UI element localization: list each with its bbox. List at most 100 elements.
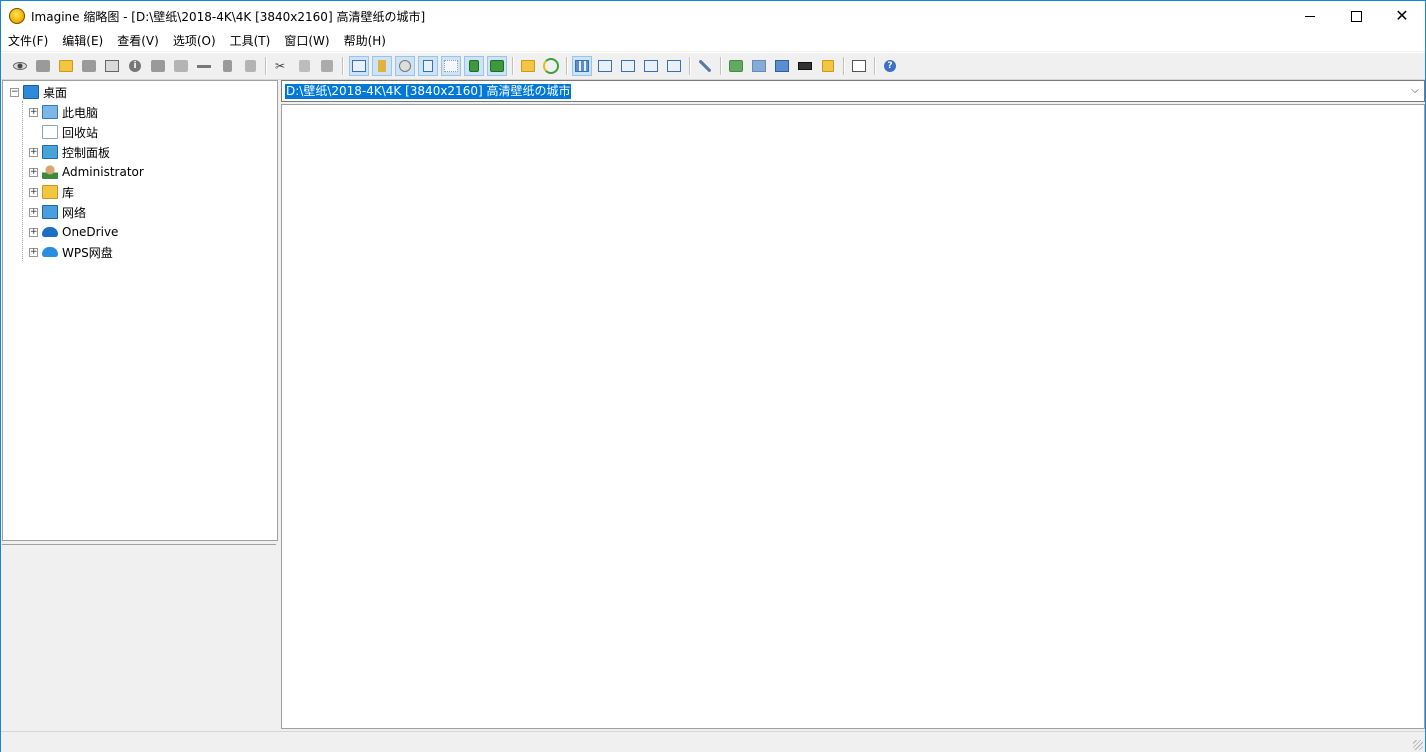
scan-icon xyxy=(151,60,165,72)
open-folder-button[interactable] xyxy=(56,56,76,76)
window-title: Imagine 缩略图 - [D:\壁纸\2018-4K\4K [3840x21… xyxy=(31,10,426,24)
close-button[interactable]: ✕ xyxy=(1379,1,1425,31)
copy-button[interactable] xyxy=(294,56,314,76)
paste-button[interactable] xyxy=(317,56,337,76)
cut-button[interactable]: ✂ xyxy=(271,56,291,76)
view-button[interactable] xyxy=(10,56,30,76)
image-toggle[interactable] xyxy=(487,56,507,76)
tree-item-label: 网络 xyxy=(62,205,87,220)
preview-toggle[interactable] xyxy=(395,56,415,76)
settings-button[interactable] xyxy=(695,56,715,76)
tree-item-label: 库 xyxy=(62,185,75,200)
explorer-toggle[interactable] xyxy=(418,56,438,76)
toolbar-separator xyxy=(843,57,845,75)
expand-icon[interactable]: + xyxy=(29,207,38,217)
tree-item-this-pc[interactable]: + 此电脑 xyxy=(29,103,98,121)
info-button[interactable]: i xyxy=(125,56,145,76)
maximize-button[interactable] xyxy=(1333,1,1379,31)
expand-icon[interactable]: + xyxy=(29,187,38,197)
scan-button[interactable] xyxy=(148,56,168,76)
folder-tree-toggle[interactable] xyxy=(372,56,392,76)
batch-rename-button[interactable] xyxy=(749,56,769,76)
expand-icon[interactable]: + xyxy=(29,167,38,177)
thumbnail-toggle[interactable] xyxy=(441,56,461,76)
notes-button[interactable] xyxy=(849,56,869,76)
menu-view[interactable]: 查看(V) xyxy=(110,31,166,51)
collapse-icon[interactable]: − xyxy=(10,87,19,97)
slideshow-button[interactable] xyxy=(33,56,53,76)
thumbnails-view-button[interactable] xyxy=(572,56,592,76)
tree-item-desktop[interactable]: − 桌面 xyxy=(10,83,67,101)
network-icon xyxy=(42,205,58,219)
expand-icon[interactable]: + xyxy=(29,247,38,257)
preview-icon xyxy=(399,60,411,72)
save-button[interactable] xyxy=(79,56,99,76)
batch-convert-icon xyxy=(729,60,743,72)
thumbnail-view[interactable] xyxy=(281,104,1425,729)
folder-tree[interactable]: − 桌面 + 此电脑 回收站 + 控制面板 + Administrator + … xyxy=(2,80,278,541)
library-icon xyxy=(42,185,58,199)
capture-icon xyxy=(775,60,789,72)
large-icons-icon xyxy=(598,60,612,72)
tree-item-label: 桌面 xyxy=(43,85,68,100)
tree-item-control-panel[interactable]: + 控制面板 xyxy=(29,143,110,161)
menu-options[interactable]: 选项(O) xyxy=(166,31,223,51)
path-combobox[interactable]: D:\壁纸\2018-4K\4K [3840x2160] 高清壁纸の城市 ⌵ xyxy=(281,80,1425,102)
tree-item-library[interactable]: + 库 xyxy=(29,183,74,201)
resize-grip-icon[interactable] xyxy=(1413,740,1423,750)
thumbnails-view-icon xyxy=(575,60,589,72)
fit-toggle[interactable] xyxy=(464,56,484,76)
control-panel-icon xyxy=(42,145,58,159)
minimize-button[interactable] xyxy=(1287,1,1333,31)
refresh-button[interactable] xyxy=(541,56,561,76)
acquire-button[interactable] xyxy=(171,56,191,76)
toolbar: i ✂ ? xyxy=(1,52,1425,80)
toolbar-separator xyxy=(342,57,344,75)
capture-button[interactable] xyxy=(772,56,792,76)
tree-item-label: 回收站 xyxy=(62,125,99,140)
chevron-down-icon[interactable]: ⌵ xyxy=(1408,84,1422,98)
menu-tools[interactable]: 工具(T) xyxy=(223,31,278,51)
menu-file[interactable]: 文件(F) xyxy=(1,31,55,51)
list-button[interactable] xyxy=(641,56,661,76)
film-button[interactable] xyxy=(795,56,815,76)
film-icon xyxy=(798,62,812,70)
menu-edit[interactable]: 编辑(E) xyxy=(55,31,110,51)
toolbar-separator xyxy=(720,57,722,75)
print-button[interactable] xyxy=(102,56,122,76)
tree-item-wps-cloud[interactable]: + WPS网盘 xyxy=(29,243,113,261)
rename-button[interactable] xyxy=(194,56,214,76)
expand-icon[interactable]: + xyxy=(29,147,38,157)
wps-cloud-icon xyxy=(42,247,58,257)
delete-button[interactable] xyxy=(217,56,237,76)
tree-item-network[interactable]: + 网络 xyxy=(29,203,86,221)
folder-tree-icon xyxy=(378,60,386,72)
tree-item-administrator[interactable]: + Administrator xyxy=(29,163,144,181)
filmstrip-toggle[interactable] xyxy=(349,56,369,76)
path-input[interactable]: D:\壁纸\2018-4K\4K [3840x2160] 高清壁纸の城市 xyxy=(285,84,572,99)
edit-button[interactable] xyxy=(818,56,838,76)
tree-item-onedrive[interactable]: + OneDrive xyxy=(29,223,118,241)
menu-help[interactable]: 帮助(H) xyxy=(337,31,393,51)
help-icon: ? xyxy=(884,60,896,72)
details-button[interactable] xyxy=(664,56,684,76)
menu-window[interactable]: 窗口(W) xyxy=(277,31,336,51)
up-folder-button[interactable] xyxy=(518,56,538,76)
small-icons-button[interactable] xyxy=(618,56,638,76)
help-button[interactable]: ? xyxy=(880,56,900,76)
paste-icon xyxy=(321,60,333,72)
batch-convert-button[interactable] xyxy=(726,56,746,76)
copy-icon xyxy=(298,60,310,72)
open-folder-icon xyxy=(59,60,73,72)
expand-icon[interactable]: + xyxy=(29,227,38,237)
large-icons-button[interactable] xyxy=(595,56,615,76)
tree-item-label: 控制面板 xyxy=(62,145,111,160)
explorer-icon xyxy=(423,60,433,72)
fit-icon xyxy=(469,60,479,72)
tree-item-label: 此电脑 xyxy=(62,105,99,120)
refresh-icon xyxy=(543,58,559,74)
tree-item-recycle-bin[interactable]: 回收站 xyxy=(29,123,98,141)
properties-button[interactable] xyxy=(240,56,260,76)
expand-icon[interactable]: + xyxy=(29,107,38,117)
settings-icon xyxy=(699,60,711,72)
